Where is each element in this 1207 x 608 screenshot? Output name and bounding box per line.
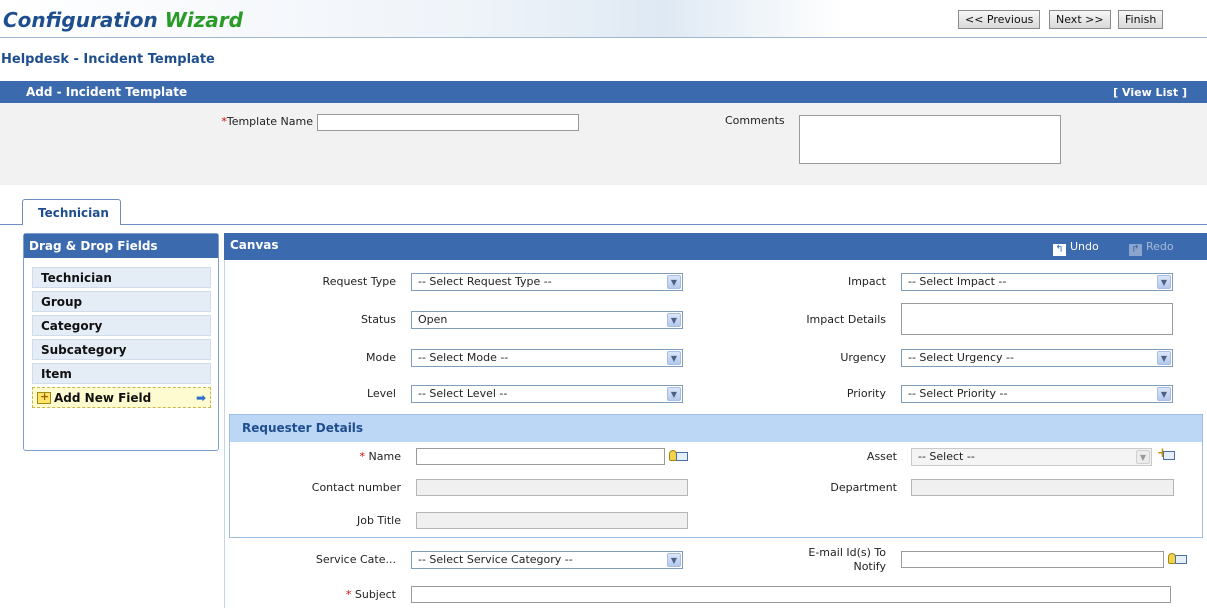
service-category-select[interactable]: -- Select Service Category -- ▼ xyxy=(411,551,683,569)
asset-select[interactable]: -- Select -- ▼ xyxy=(911,448,1152,466)
email-notify-input[interactable] xyxy=(901,551,1164,568)
chevron-down-icon: ▼ xyxy=(1136,450,1150,464)
contact-number-input[interactable] xyxy=(416,479,688,496)
chevron-down-icon: ▼ xyxy=(1157,275,1171,289)
impact-select[interactable]: -- Select Impact -- ▼ xyxy=(901,273,1173,291)
template-name-label: *Template Name xyxy=(221,115,313,128)
mode-select[interactable]: -- Select Mode -- ▼ xyxy=(411,349,683,367)
impact-label: Impact xyxy=(847,275,886,288)
comments-textarea[interactable] xyxy=(799,115,1061,164)
page-subtitle: Helpdesk - Incident Template xyxy=(1,52,215,67)
job-title-label: Job Title xyxy=(356,514,401,527)
request-type-select[interactable]: -- Select Request Type -- ▼ xyxy=(411,273,683,291)
subject-label: * Subject xyxy=(345,588,396,601)
view-list-link[interactable]: [ View List ] xyxy=(1113,86,1187,99)
chevron-down-icon: ▼ xyxy=(667,313,681,327)
impact-details-textarea[interactable] xyxy=(901,303,1173,335)
next-button[interactable]: Next >> xyxy=(1049,10,1111,29)
impact-details-label: Impact Details xyxy=(806,313,886,326)
tab-divider xyxy=(0,224,1207,225)
wizard-title-part1: Configuration xyxy=(3,8,158,32)
template-name-input[interactable] xyxy=(317,114,579,131)
status-label: Status xyxy=(360,313,396,326)
urgency-select[interactable]: -- Select Urgency -- ▼ xyxy=(901,349,1173,367)
tab-technician-label: Technician xyxy=(38,206,109,220)
add-new-field-button[interactable]: Add New Field ➡ xyxy=(32,387,211,408)
redo-button[interactable]: ↱ Redo xyxy=(1129,240,1174,256)
previous-button[interactable]: << Previous xyxy=(958,10,1041,29)
requester-details-title: Requester Details xyxy=(230,415,1202,442)
add-field-icon xyxy=(37,390,51,404)
field-item[interactable]: Item xyxy=(32,363,211,384)
drag-drop-title: Drag & Drop Fields xyxy=(24,234,218,258)
finish-button[interactable]: Finish xyxy=(1118,10,1164,29)
field-subcategory[interactable]: Subcategory xyxy=(32,339,211,360)
add-asset-icon[interactable]: + xyxy=(1157,447,1175,462)
email-lookup-icon[interactable] xyxy=(1168,552,1188,566)
add-new-field-label: Add New Field xyxy=(54,391,152,405)
chevron-down-icon: ▼ xyxy=(667,351,681,365)
requester-lookup-icon[interactable] xyxy=(669,449,689,463)
add-template-bar: Add - Incident Template [ View List ] xyxy=(0,81,1207,103)
asset-label: Asset xyxy=(866,450,897,463)
undo-icon: ↰ xyxy=(1053,244,1066,256)
email-notify-label-line2: Notify xyxy=(853,560,886,573)
chevron-down-icon: ▼ xyxy=(1157,351,1171,365)
redo-icon: ↱ xyxy=(1129,244,1142,256)
department-label: Department xyxy=(830,481,897,494)
status-select[interactable]: Open ▼ xyxy=(411,311,683,329)
chevron-down-icon: ▼ xyxy=(1157,387,1171,401)
email-notify-label-line1: E-mail Id(s) To xyxy=(808,546,886,559)
chevron-down-icon: ▼ xyxy=(667,553,681,567)
subject-input[interactable] xyxy=(411,586,1171,603)
requester-name-input[interactable] xyxy=(416,448,665,465)
chevron-down-icon: ▼ xyxy=(667,275,681,289)
canvas-title: Canvas xyxy=(230,238,279,252)
department-input[interactable] xyxy=(911,479,1174,496)
field-group[interactable]: Group xyxy=(32,291,211,312)
requester-name-label: * Name xyxy=(359,450,401,463)
wizard-title: Configuration Wizard xyxy=(3,8,243,32)
level-label: Level xyxy=(366,387,396,400)
canvas-border xyxy=(224,260,225,608)
arrow-right-icon: ➡ xyxy=(195,391,206,405)
wizard-header: Configuration Wizard << Previous Next >>… xyxy=(0,0,1207,38)
add-template-title: Add - Incident Template xyxy=(26,85,188,99)
field-technician[interactable]: Technician xyxy=(32,267,211,288)
request-type-label: Request Type xyxy=(322,275,396,288)
tab-technician[interactable]: Technician xyxy=(22,199,121,225)
mode-label: Mode xyxy=(366,351,396,364)
undo-button[interactable]: ↰ Undo xyxy=(1053,240,1099,256)
field-category[interactable]: Category xyxy=(32,315,211,336)
comments-label: Comments xyxy=(725,114,785,127)
contact-number-label: Contact number xyxy=(311,481,401,494)
canvas-header: Canvas ↰ Undo ↱ Redo xyxy=(224,233,1207,260)
service-category-label: Service Cate... xyxy=(315,553,396,566)
chevron-down-icon: ▼ xyxy=(667,387,681,401)
priority-label: Priority xyxy=(846,387,886,400)
job-title-input[interactable] xyxy=(416,512,688,529)
drag-drop-panel: Drag & Drop Fields Technician Group Cate… xyxy=(23,233,219,451)
priority-select[interactable]: -- Select Priority -- ▼ xyxy=(901,385,1173,403)
level-select[interactable]: -- Select Level -- ▼ xyxy=(411,385,683,403)
template-form: *Template Name Comments xyxy=(0,103,1207,185)
urgency-label: Urgency xyxy=(840,351,886,364)
wizard-title-part2: Wizard xyxy=(164,8,243,32)
